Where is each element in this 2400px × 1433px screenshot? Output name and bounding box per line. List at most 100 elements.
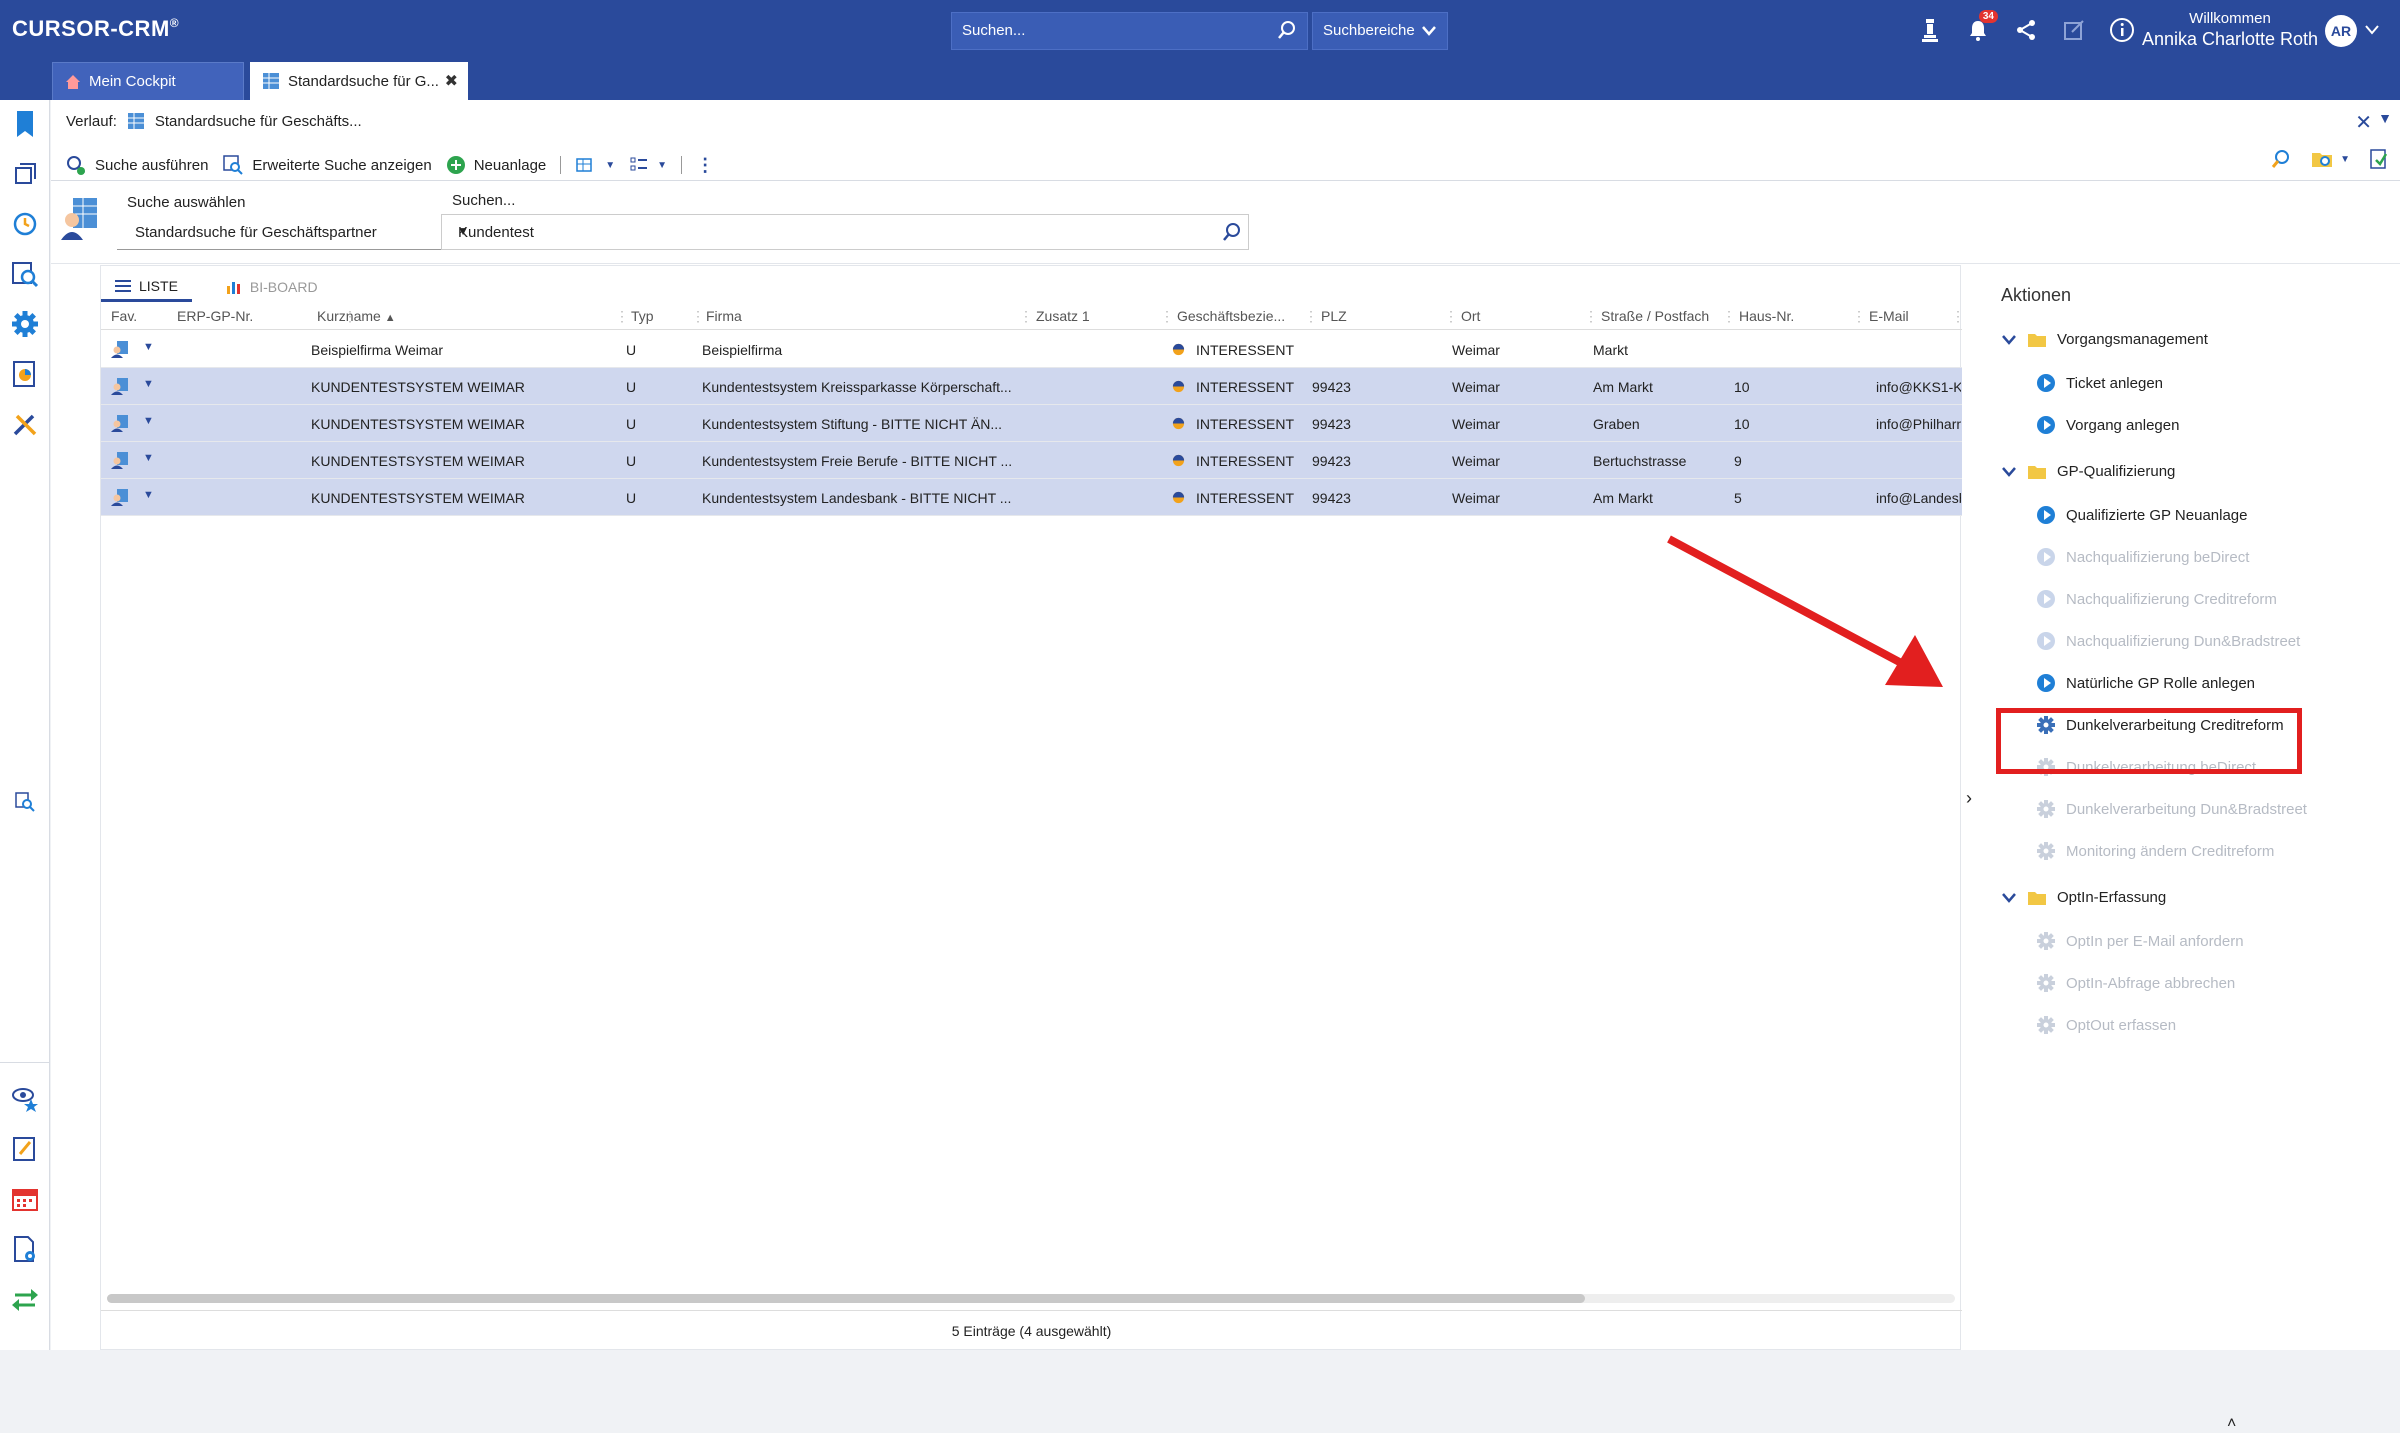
column-resize-handle[interactable]: ⋮: [615, 308, 629, 325]
column-resize-handle[interactable]: ⋮: [1584, 308, 1598, 325]
table-row[interactable]: ▼ Beispielfirma Weimar U Beispielfirma I…: [101, 331, 1962, 368]
search-icon[interactable]: [1277, 20, 1297, 40]
history-entry[interactable]: Standardsuche für Geschäfts...: [155, 113, 362, 130]
business-partner-icon[interactable]: [111, 488, 129, 506]
column-header-ort[interactable]: Ort: [1461, 308, 1480, 324]
share-icon[interactable]: [2012, 16, 2040, 44]
table-row[interactable]: ▼ KUNDENTESTSYSTEM WEIMAR U Kundentestsy…: [101, 479, 1962, 516]
chevron-down-icon[interactable]: ▼: [2378, 110, 2392, 126]
column-header-erp-gp-nr[interactable]: ERP-GP-Nr.: [177, 308, 253, 324]
business-partner-icon[interactable]: [111, 451, 129, 469]
column-header-plz[interactable]: PLZ: [1321, 308, 1347, 324]
tab-mein-cockpit[interactable]: Mein Cockpit: [52, 62, 244, 100]
calendar-icon[interactable]: [11, 1185, 39, 1213]
avatar[interactable]: AR: [2325, 15, 2357, 47]
cell-ort: Weimar: [1452, 379, 1500, 395]
business-partner-icon[interactable]: [111, 414, 129, 432]
row-menu-chevron-icon[interactable]: ▼: [143, 378, 154, 390]
action-item-label: OptIn-Abfrage abbrechen: [2066, 974, 2236, 992]
column-resize-handle[interactable]: ⋮: [1852, 308, 1866, 325]
column-header-geschaeftsbeziehung[interactable]: Geschäftsbezie...: [1177, 308, 1285, 324]
column-header-label: Kurzname: [317, 308, 381, 324]
column-resize-handle[interactable]: ⋮: [1160, 308, 1174, 325]
action-item[interactable]: Natürliche GP Rolle anlegen: [2036, 673, 2255, 693]
view-columns-dropdown[interactable]: ▼: [575, 155, 615, 175]
column-header-typ[interactable]: Typ: [631, 308, 654, 324]
column-header-strasse[interactable]: Straße / Postfach: [1601, 308, 1709, 324]
table-row[interactable]: ▼ KUNDENTESTSYSTEM WEIMAR U Kundentestsy…: [101, 442, 1962, 479]
export-icon[interactable]: [2368, 148, 2390, 170]
document-settings-icon[interactable]: [11, 1235, 39, 1263]
play-circle-icon: [2037, 632, 2055, 650]
tab-bi-board[interactable]: BI-BOARD: [212, 272, 332, 302]
column-resize-handle[interactable]: ⋮: [1951, 308, 1965, 325]
history-clock-icon[interactable]: [11, 210, 39, 238]
chevron-up-icon[interactable]: ˄: [2227, 1415, 2236, 1433]
edit-note-icon[interactable]: [11, 1135, 39, 1163]
action-group[interactable]: GP-Qualifizierung: [2001, 463, 2175, 480]
column-header-kurzname[interactable]: Kurzname ▲: [317, 308, 396, 324]
column-header-zusatz1[interactable]: Zusatz 1: [1036, 308, 1090, 324]
welcome-text: Willkommen: [2189, 10, 2271, 27]
run-search-button[interactable]: Suche ausführen: [65, 154, 208, 176]
action-item: Nachqualifizierung Creditreform: [2036, 589, 2277, 609]
close-icon[interactable]: ✕: [2355, 110, 2372, 135]
sync-arrows-icon[interactable]: [11, 1285, 39, 1313]
app-logo[interactable]: CURSOR-CRM®: [12, 16, 179, 42]
column-header-email[interactable]: E-Mail: [1869, 308, 1909, 324]
column-resize-handle[interactable]: ⋮: [1304, 308, 1318, 325]
settings-gear-icon[interactable]: [11, 310, 39, 338]
search-query-input[interactable]: Kundentest: [441, 214, 1249, 250]
action-group[interactable]: OptIn-Erfassung: [2001, 889, 2166, 906]
search-list-icon[interactable]: [11, 260, 39, 288]
scrollbar-thumb[interactable]: [107, 1294, 1586, 1303]
column-resize-handle[interactable]: ⋮: [1019, 308, 1033, 325]
close-icon[interactable]: ✖: [445, 71, 458, 91]
business-partner-icon[interactable]: [111, 340, 129, 358]
column-header-hausnr[interactable]: Haus-Nr.: [1739, 308, 1794, 324]
search-icon[interactable]: [1222, 222, 1242, 242]
row-menu-chevron-icon[interactable]: ▼: [143, 341, 154, 353]
horizontal-scrollbar[interactable]: [107, 1294, 1955, 1303]
more-options-icon[interactable]: ⋮: [696, 155, 714, 176]
column-resize-handle[interactable]: ⋮: [1722, 308, 1736, 325]
search-zoom-icon[interactable]: [2270, 148, 2292, 170]
list-view-dropdown[interactable]: ▼: [629, 156, 667, 174]
user-menu-chevron-icon[interactable]: [2365, 22, 2379, 40]
row-menu-chevron-icon[interactable]: ▼: [143, 415, 154, 427]
action-item[interactable]: Vorgang anlegen: [2036, 415, 2179, 435]
folder-search-dropdown[interactable]: ▼: [2310, 148, 2350, 170]
bookmark-icon[interactable]: [11, 110, 39, 138]
new-entry-button[interactable]: Neuanlage: [446, 155, 546, 175]
action-item[interactable]: Qualifizierte GP Neuanlage: [2036, 505, 2248, 525]
business-partner-icon[interactable]: [111, 377, 129, 395]
windows-icon[interactable]: [11, 160, 39, 188]
table-row[interactable]: ▼ KUNDENTESTSYSTEM WEIMAR U Kundentestsy…: [101, 368, 1962, 405]
chess-piece-icon[interactable]: [1916, 16, 1944, 44]
row-menu-chevron-icon[interactable]: ▼: [143, 452, 154, 464]
advanced-search-button[interactable]: Erweiterte Suche anzeigen: [222, 154, 432, 176]
column-resize-handle[interactable]: ⋮: [1444, 308, 1458, 325]
global-search-input[interactable]: Suchen...: [951, 12, 1308, 50]
search-areas-dropdown[interactable]: Suchbereiche: [1312, 12, 1448, 50]
watch-star-icon[interactable]: [11, 1085, 39, 1113]
tools-icon[interactable]: [11, 410, 39, 438]
info-icon[interactable]: [2108, 16, 2136, 44]
notifications-bell-icon[interactable]: 34: [1964, 10, 1998, 44]
column-resize-handle[interactable]: ⋮: [691, 308, 705, 325]
table-row[interactable]: ▼ KUNDENTESTSYSTEM WEIMAR U Kundentestsy…: [101, 405, 1962, 442]
search-panel-icon[interactable]: [11, 788, 39, 816]
column-header-fav[interactable]: Fav.: [111, 308, 137, 324]
tab-liste[interactable]: LISTE: [101, 272, 192, 302]
report-chart-icon[interactable]: [11, 360, 39, 388]
action-group[interactable]: Vorgangsmanagement: [2001, 331, 2208, 348]
action-item[interactable]: Ticket anlegen: [2036, 373, 2163, 393]
tab-standardsuche[interactable]: Standardsuche für G... ✖: [250, 62, 468, 100]
user-greeting[interactable]: Willkommen Annika Charlotte Roth: [2140, 10, 2320, 50]
external-link-icon[interactable]: [2060, 16, 2088, 44]
row-menu-chevron-icon[interactable]: ▼: [143, 489, 154, 501]
column-header-firma[interactable]: Firma: [706, 308, 742, 324]
search-select-dropdown[interactable]: Standardsuche für Geschäftspartner ▼: [117, 216, 477, 250]
relationship-status-icon: [1172, 343, 1185, 356]
panel-expand-chevron-icon[interactable]: ›: [1966, 788, 1972, 809]
